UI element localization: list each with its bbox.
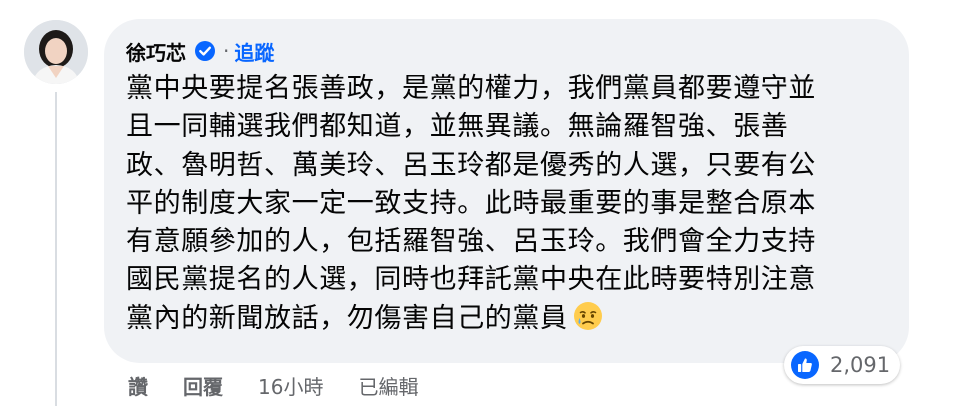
timestamp-link[interactable]: 16小時 — [258, 371, 323, 400]
comment-line: 黨內的新聞放話，勿傷害自己的黨員 — [126, 302, 568, 334]
sad-but-relieved-face-emoji-icon — [572, 300, 604, 332]
comment-line: 且一同輔選我們都知道，並無異議。無論羅智強、張善 — [126, 111, 789, 143]
comment-line: 政、魯明哲、萬美玲、呂玉玲都是優秀的人選，只要有公 — [126, 149, 816, 181]
thread-connector-line — [55, 92, 57, 406]
comment-line: 有意願參加的人，包括羅智強、呂玉玲。我們會全力支持 — [126, 226, 816, 258]
thumbs-up-icon — [790, 350, 820, 380]
reply-button[interactable]: 回覆 — [183, 371, 223, 400]
verified-badge-icon — [194, 40, 216, 62]
comment-line: 黨中央要提名張善政，是黨的權力，我們黨員都要遵守並 — [126, 73, 816, 104]
comment-actions: 讚 回覆 16小時 已編輯 — [128, 370, 453, 400]
comment-last-line: 黨內的新聞放話，勿傷害自己的黨員 — [126, 300, 896, 338]
comment-line: 平的制度大家一定一致支持。此時最重要的事是整合原本 — [126, 187, 816, 219]
reaction-summary[interactable]: 2,091 — [784, 346, 901, 384]
like-button[interactable]: 讚 — [128, 371, 148, 400]
avatar[interactable] — [24, 20, 88, 84]
author-name[interactable]: 徐巧芯 — [126, 37, 186, 66]
comment-line: 國民黨提名的人選，同時也拜託黨中央在此時要特別注意 — [126, 264, 816, 296]
reaction-count: 2,091 — [830, 353, 891, 377]
comment-header: 徐巧芯 · 追蹤 — [126, 34, 274, 68]
edited-label[interactable]: 已編輯 — [358, 371, 418, 400]
comment-text: 黨中央要提名張善政，是黨的權力，我們黨員都要遵守並 且一同輔選我們都知道，並無異… — [126, 70, 896, 338]
separator-dot: · — [223, 39, 230, 63]
follow-button[interactable]: 追蹤 — [234, 37, 274, 66]
